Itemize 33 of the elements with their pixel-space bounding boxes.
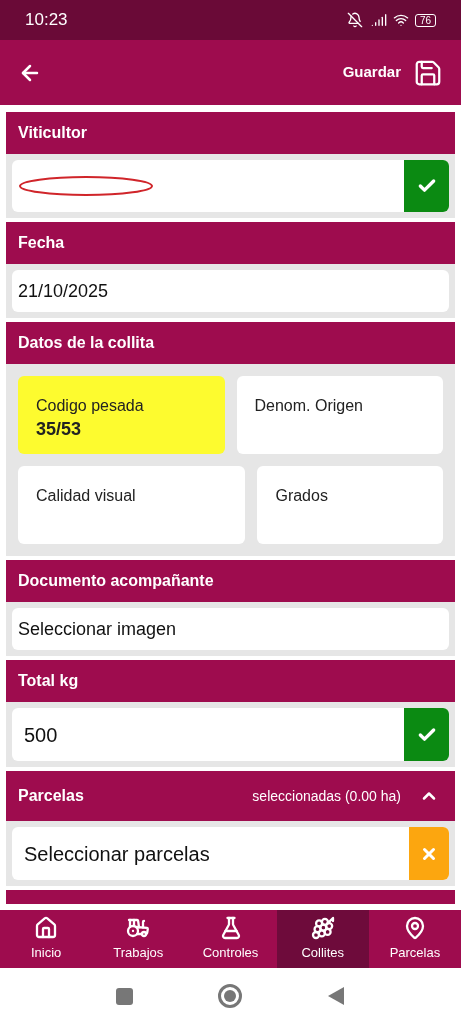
input-field[interactable]: 21/10/2025 — [12, 270, 449, 312]
field-value: 21/10/2025 — [18, 279, 109, 303]
section-title: Total kg — [18, 671, 80, 691]
data-tile[interactable]: Codigo pesada 35/53 — [18, 376, 225, 454]
section-title: Datos de la collita — [18, 333, 156, 353]
section-title: Documento acompañante — [18, 571, 215, 591]
tile-value: 35/53 — [36, 418, 82, 441]
data-tile[interactable]: Denom. Origen — [236, 376, 443, 454]
field-value: Seleccionar imagen — [18, 617, 177, 641]
nav-tab[interactable]: Controles — [184, 910, 277, 968]
nav-tab[interactable]: Collites — [276, 910, 369, 968]
battery-icon: 76 — [414, 13, 436, 27]
save-button[interactable]: Guardar — [342, 57, 443, 88]
tile-label: Denom. Origen — [254, 396, 363, 416]
input-field[interactable]: 500 — [12, 708, 449, 761]
tile-label: Calidad visual — [36, 486, 136, 506]
section-title: Parcelas — [18, 786, 85, 806]
field-value: Seleccionar parcelas — [23, 841, 211, 867]
section-header[interactable]: Parcelas seleccionadas (0.00 ha) — [6, 771, 455, 821]
data-tile[interactable]: Grados — [257, 466, 443, 544]
input-field[interactable]: Seleccionar imagen — [12, 608, 449, 650]
section-title: Fecha — [18, 233, 66, 253]
section-subtitle: seleccionadas (0.00 ha) — [252, 786, 401, 806]
input-field[interactable]: Seleccionar parcelas — [12, 827, 449, 880]
tile-label: Codigo pesada — [36, 396, 144, 416]
status-time: 10:23 — [25, 9, 69, 32]
field-value: 500 — [23, 722, 59, 748]
section-title: Viticultor — [18, 123, 89, 143]
tile-label: Grados — [275, 486, 328, 506]
nav-tab[interactable]: Parcelas — [368, 910, 461, 968]
nav-tab[interactable]: Inicio — [0, 910, 93, 968]
data-tile[interactable]: Calidad visual — [18, 466, 246, 544]
nav-tab[interactable]: Trabajos — [92, 910, 185, 968]
